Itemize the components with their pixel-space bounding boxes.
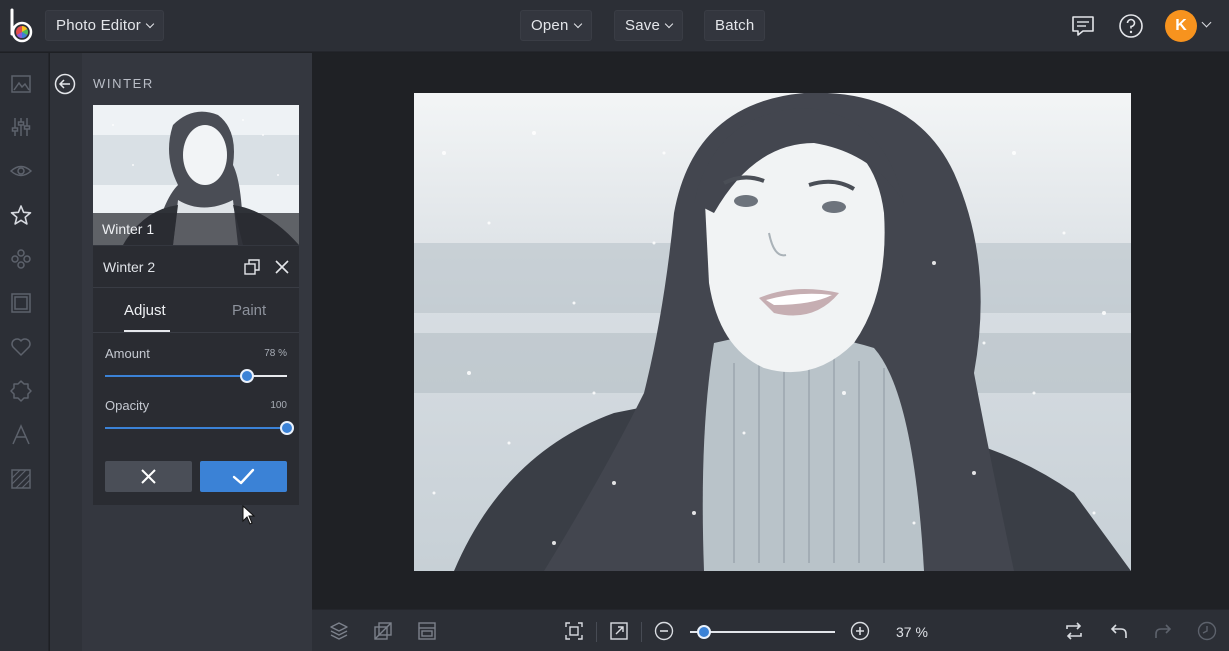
save-menu-button[interactable]: Save	[614, 10, 683, 41]
separator	[596, 622, 597, 642]
user-avatar[interactable]: K	[1165, 10, 1197, 42]
panel-strip	[50, 53, 82, 651]
fit-screen-icon[interactable]	[564, 621, 584, 641]
sliders-icon[interactable]	[10, 116, 32, 138]
chat-icon[interactable]	[1070, 13, 1096, 39]
effects-panel: WINTER Winter 1 Winter 2 Adjust Paint Am…	[50, 53, 312, 651]
top-bar: Photo Editor Open Save Batch K	[0, 0, 1229, 52]
close-icon[interactable]	[273, 258, 291, 276]
effect-settings: Winter 2 Adjust Paint Amount 78 % Opacit…	[93, 246, 299, 505]
effect-tabs: Adjust Paint	[93, 289, 299, 333]
eye-icon[interactable]	[10, 160, 32, 182]
apply-button[interactable]	[200, 461, 287, 492]
layers-icon[interactable]	[329, 621, 349, 641]
close-icon	[141, 469, 156, 484]
open-menu-button[interactable]: Open	[520, 10, 592, 41]
history-icon[interactable]	[1197, 621, 1217, 641]
back-arrow-icon[interactable]	[54, 73, 76, 95]
tab-adjust[interactable]: Adjust	[124, 302, 166, 319]
zoom-in-icon[interactable]	[850, 621, 870, 641]
batch-label: Batch	[715, 17, 755, 34]
tool-rail	[0, 53, 49, 651]
editor-canvas	[312, 53, 1229, 609]
active-tab-indicator	[124, 330, 170, 332]
zoom-level: 37 %	[896, 624, 928, 640]
checkmark-icon	[232, 468, 255, 485]
duplicate-icon[interactable]	[243, 258, 261, 276]
cancel-button[interactable]	[105, 461, 192, 492]
amount-slider[interactable]	[105, 369, 287, 383]
opacity-slider[interactable]	[105, 421, 294, 435]
tab-paint[interactable]: Paint	[232, 302, 266, 319]
zoom-slider-handle[interactable]	[697, 625, 711, 639]
help-icon[interactable]	[1118, 13, 1144, 39]
chevron-down-icon[interactable]	[1201, 17, 1212, 28]
expand-icon[interactable]	[609, 621, 629, 641]
thumbnail-label: Winter 1	[93, 213, 299, 245]
edited-photo	[414, 93, 1131, 571]
panel-title: WINTER	[93, 76, 154, 91]
layout-icon[interactable]	[417, 621, 437, 641]
effects-icon[interactable]	[10, 248, 32, 270]
save-label: Save	[625, 17, 660, 34]
heart-icon[interactable]	[10, 336, 32, 358]
image-icon[interactable]	[10, 73, 32, 95]
undo-icon[interactable]	[1109, 621, 1129, 641]
separator	[641, 622, 642, 642]
redo-icon[interactable]	[1153, 621, 1173, 641]
badge-icon[interactable]	[10, 380, 32, 402]
opacity-slider-fill	[105, 427, 287, 429]
befunky-logo[interactable]	[8, 8, 36, 44]
frame-icon[interactable]	[10, 292, 32, 314]
opacity-slider-handle[interactable]	[280, 421, 294, 435]
amount-value: 78 %	[264, 348, 287, 359]
text-icon[interactable]	[10, 424, 32, 446]
open-label: Open	[531, 17, 569, 34]
zoom-slider[interactable]	[690, 631, 835, 633]
swap-icon[interactable]	[1064, 621, 1084, 641]
amount-label: Amount	[105, 346, 150, 361]
batch-button[interactable]: Batch	[704, 10, 766, 41]
photo-editor-label: Photo Editor	[56, 17, 141, 34]
chevron-down-icon	[664, 19, 674, 29]
effect-name: Winter 2	[103, 259, 156, 275]
effect-thumbnail-winter-1[interactable]: Winter 1	[93, 105, 299, 245]
photo-editor-menu-button[interactable]: Photo Editor	[45, 10, 164, 41]
amount-slider-handle[interactable]	[239, 369, 254, 383]
mouse-cursor-icon	[242, 505, 256, 525]
bottom-toolbar: 37 %	[312, 609, 1229, 651]
effect-header: Winter 2	[93, 246, 299, 288]
zoom-out-icon[interactable]	[654, 621, 674, 641]
photo-canvas[interactable]	[414, 93, 1131, 571]
amount-slider-fill	[105, 375, 247, 377]
opacity-value: 100	[270, 400, 287, 411]
chevron-down-icon	[145, 19, 155, 29]
texture-icon[interactable]	[10, 468, 32, 490]
crop-layers-icon[interactable]	[373, 621, 393, 641]
star-icon[interactable]	[10, 204, 32, 226]
opacity-label: Opacity	[105, 398, 150, 413]
chevron-down-icon	[573, 19, 582, 29]
